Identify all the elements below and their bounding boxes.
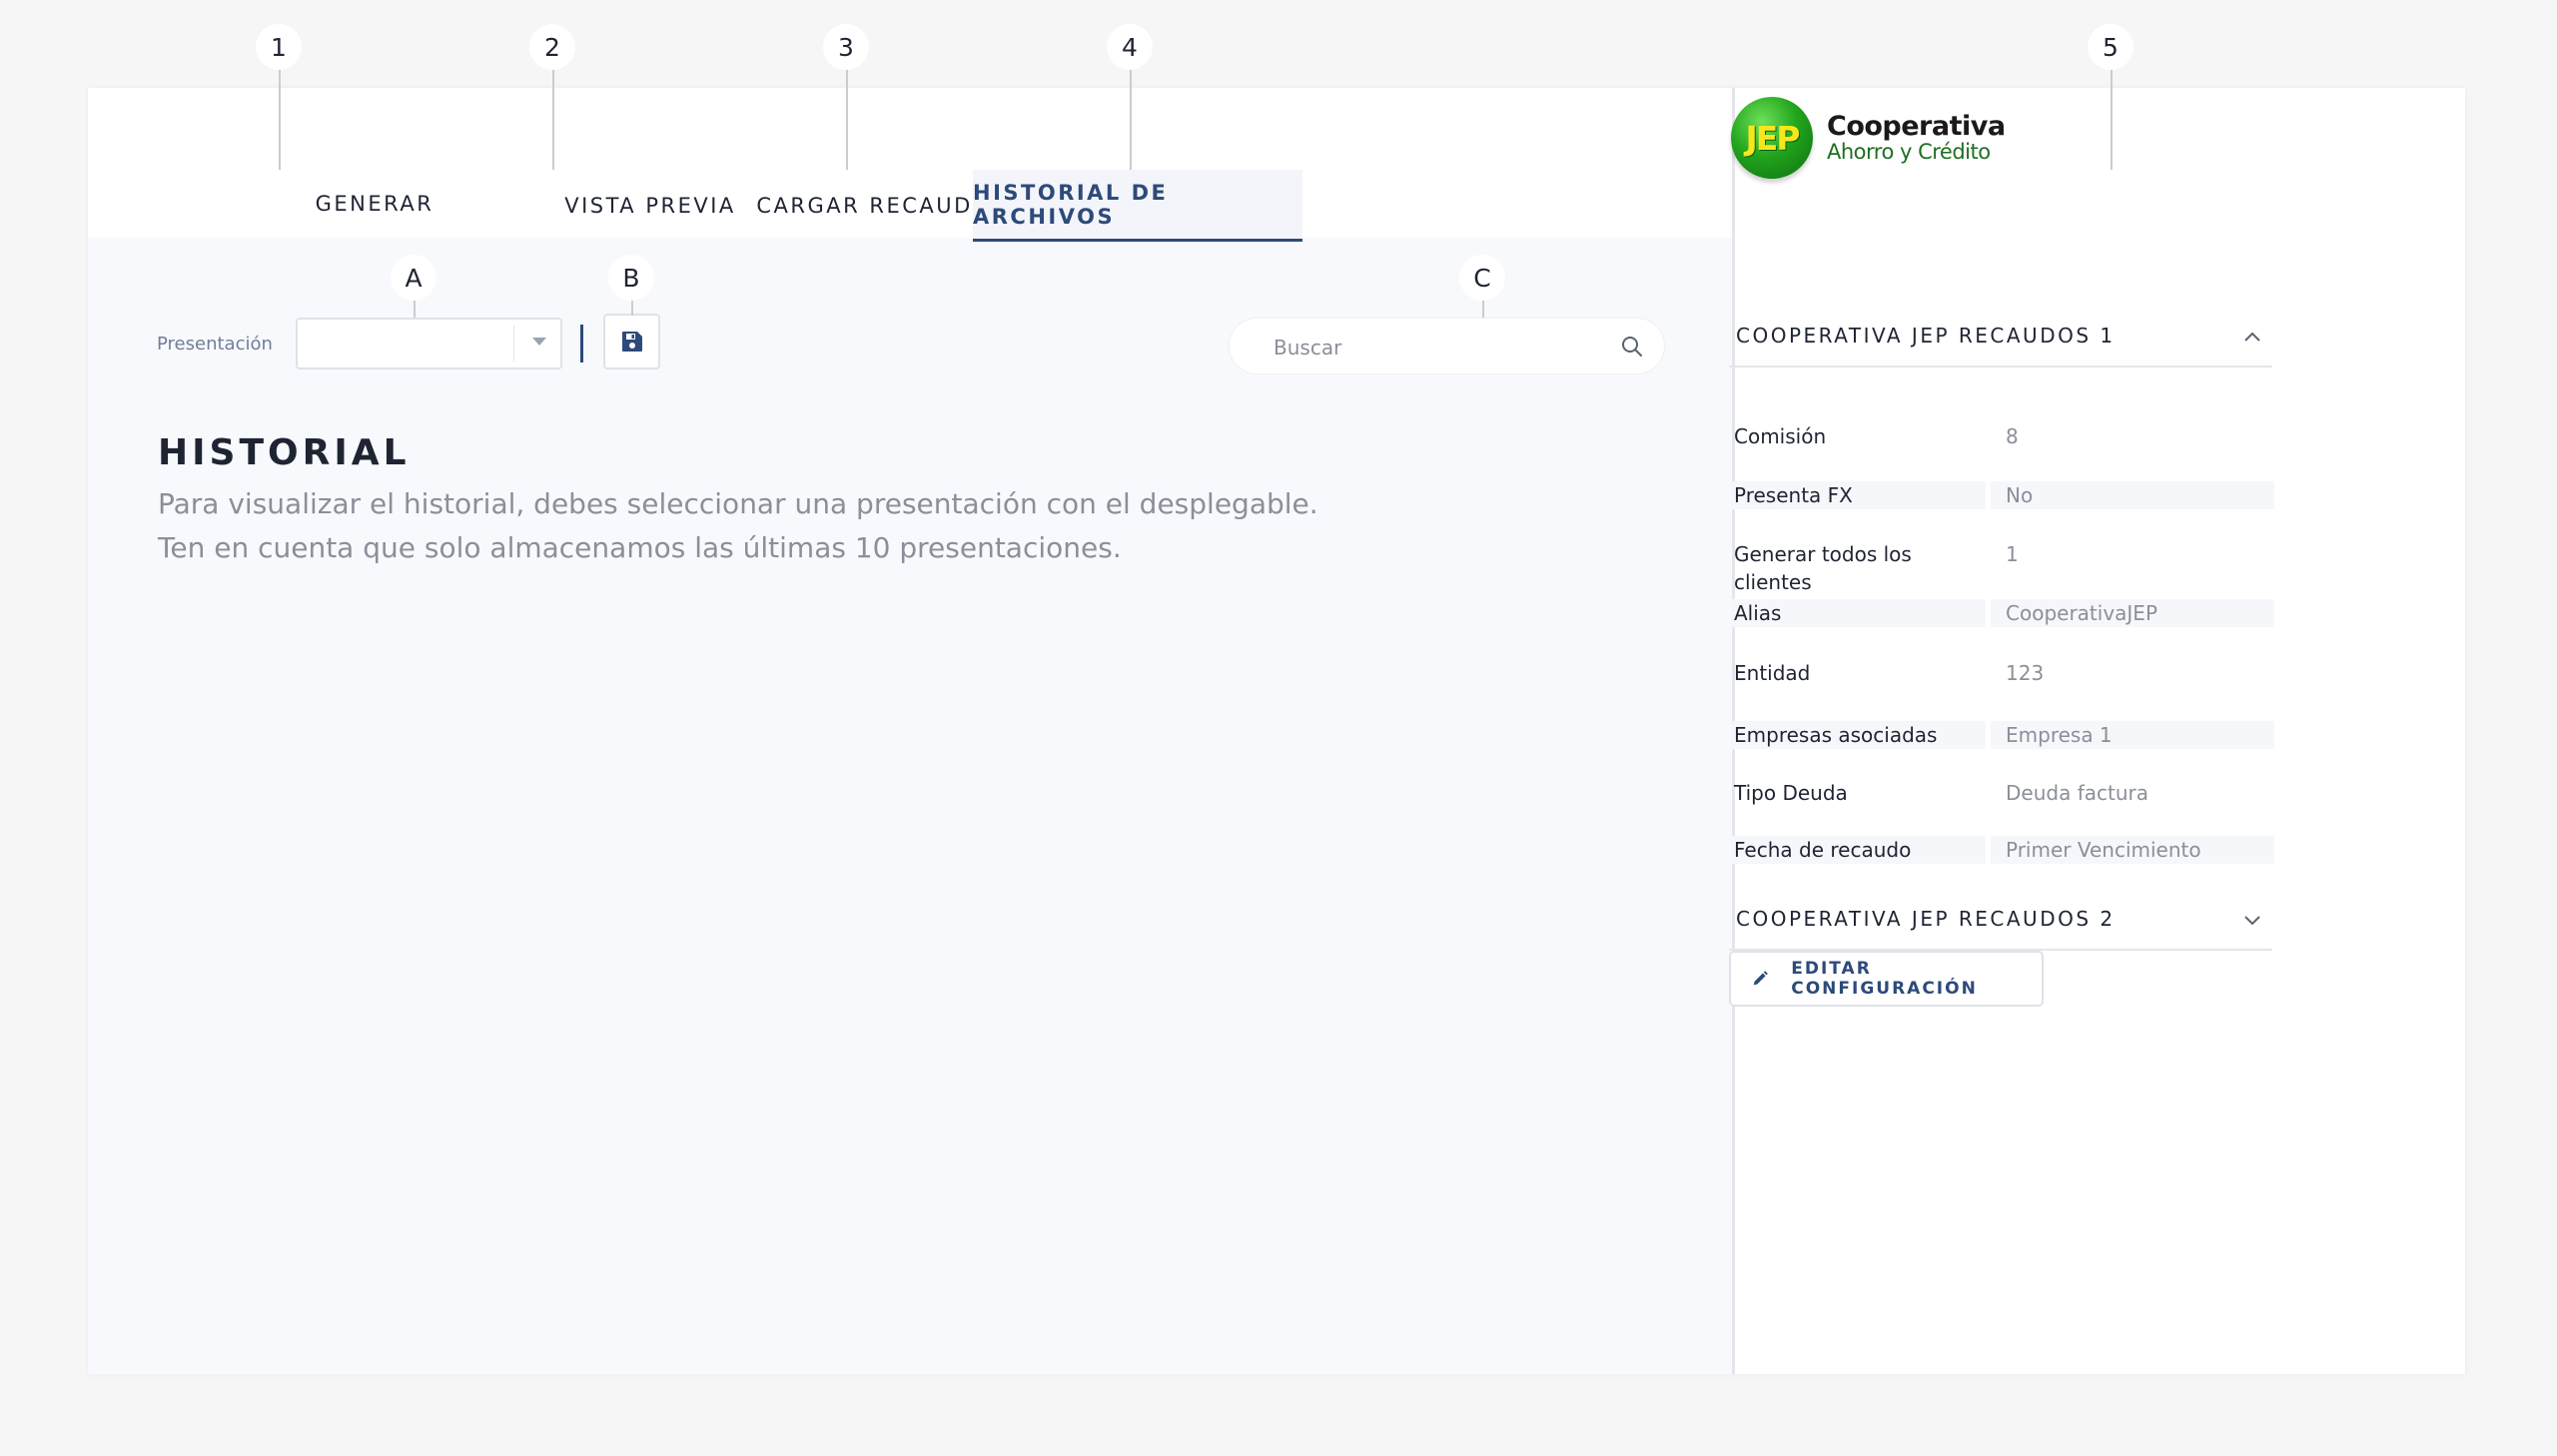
search-box bbox=[1229, 318, 1665, 374]
property-row: Fecha de recaudo Primer Vencimiento bbox=[1731, 836, 2274, 864]
save-button[interactable] bbox=[603, 314, 660, 369]
property-value: No bbox=[1991, 481, 2274, 509]
logo-line-1: Cooperativa bbox=[1827, 111, 2006, 142]
floppy-disk-icon bbox=[621, 332, 642, 352]
history-line-1: Para visualizar el historial, debes sele… bbox=[158, 487, 1318, 520]
marker-a: A bbox=[391, 255, 436, 301]
pencil-icon bbox=[1753, 971, 1768, 986]
marker-line-4 bbox=[1130, 60, 1132, 170]
property-row: Generar todos los clientes 1 bbox=[1731, 540, 2274, 594]
marker-3: 3 bbox=[823, 24, 869, 70]
tab-generar[interactable]: GENERAR bbox=[220, 168, 529, 240]
property-row: Comisión 8 bbox=[1731, 422, 2274, 450]
marker-b: B bbox=[608, 255, 654, 301]
presentation-select[interactable] bbox=[296, 318, 562, 369]
marker-line-3 bbox=[846, 60, 848, 170]
search-input[interactable] bbox=[1274, 333, 1603, 363]
property-label: Fecha de recaudo bbox=[1731, 836, 1986, 864]
marker-line-1 bbox=[279, 60, 281, 170]
property-label: Comisión bbox=[1734, 424, 1827, 448]
section-title: COOPERATIVA JEP RECAUDOS 1 bbox=[1736, 324, 2116, 348]
property-row: Empresas asociadas Empresa 1 bbox=[1731, 721, 2274, 749]
property-value: Deuda factura bbox=[2006, 781, 2148, 805]
history-description: Para visualizar el historial, debes sele… bbox=[158, 482, 1556, 570]
marker-2: 2 bbox=[529, 24, 575, 70]
property-label: Presenta FX bbox=[1731, 481, 1986, 509]
chevron-down-icon[interactable] bbox=[2242, 913, 2262, 927]
property-row: Entidad 123 bbox=[1731, 659, 2274, 687]
tab-historial-de-archivos[interactable]: HISTORIAL DE ARCHIVOS bbox=[973, 170, 1302, 242]
search-icon[interactable] bbox=[1620, 335, 1644, 359]
history-title: HISTORIAL bbox=[158, 432, 411, 473]
marker-4: 4 bbox=[1107, 24, 1153, 70]
chevron-up-icon[interactable] bbox=[2242, 330, 2262, 344]
marker-1: 1 bbox=[256, 24, 302, 70]
marker-line-2 bbox=[552, 60, 554, 170]
property-value: Primer Vencimiento bbox=[1991, 836, 2274, 864]
presentation-label: Presentación bbox=[157, 334, 273, 355]
property-value: 1 bbox=[2006, 542, 2019, 566]
marker-line-5 bbox=[2111, 60, 2113, 170]
property-row: Presenta FX No bbox=[1731, 481, 2274, 509]
edit-configuration-button[interactable]: EDITAR CONFIGURACIÓN bbox=[1729, 951, 2044, 1007]
logo-wordmark: Cooperativa Ahorro y Crédito bbox=[1827, 111, 2006, 164]
marker-5: 5 bbox=[2088, 24, 2133, 70]
property-value: Empresa 1 bbox=[1991, 721, 2274, 749]
section-header-recaudos-2[interactable]: COOPERATIVA JEP RECAUDOS 2 bbox=[1729, 891, 2272, 951]
section-title: COOPERATIVA JEP RECAUDOS 2 bbox=[1736, 907, 2116, 931]
history-line-2: Ten en cuenta que solo almacenamos las ú… bbox=[158, 531, 1122, 564]
property-value: 123 bbox=[2006, 661, 2045, 685]
property-row: Tipo Deuda Deuda factura bbox=[1731, 779, 2274, 807]
property-label: Generar todos los clientes bbox=[1734, 542, 1912, 594]
select-separator bbox=[513, 326, 514, 362]
edit-configuration-label: EDITAR CONFIGURACIÓN bbox=[1791, 959, 1978, 999]
logo-mark: JEP bbox=[1731, 97, 1813, 179]
section-header-recaudos-1[interactable]: COOPERATIVA JEP RECAUDOS 1 bbox=[1729, 308, 2272, 367]
property-label: Alias bbox=[1731, 599, 1986, 627]
tab-bar: GENERAR VISTA PREVIA CARGAR RECAUDOS HIS… bbox=[88, 88, 1732, 242]
property-row: Alias CooperativaJEP bbox=[1731, 599, 2274, 627]
property-value: CooperativaJEP bbox=[1991, 599, 2274, 627]
toolbar-separator bbox=[580, 325, 583, 363]
logo-mark-text: JEP bbox=[1745, 118, 1800, 158]
cooperativa-jep-logo: JEP Cooperativa Ahorro y Crédito bbox=[1731, 97, 2006, 179]
property-label: Tipo Deuda bbox=[1734, 781, 1848, 805]
property-label: Empresas asociadas bbox=[1731, 721, 1986, 749]
property-label: Entidad bbox=[1734, 661, 1811, 685]
logo-line-2: Ahorro y Crédito bbox=[1827, 140, 1991, 164]
property-value: 8 bbox=[2006, 424, 2019, 448]
caret-down-icon bbox=[532, 338, 546, 346]
marker-c: C bbox=[1459, 255, 1505, 301]
